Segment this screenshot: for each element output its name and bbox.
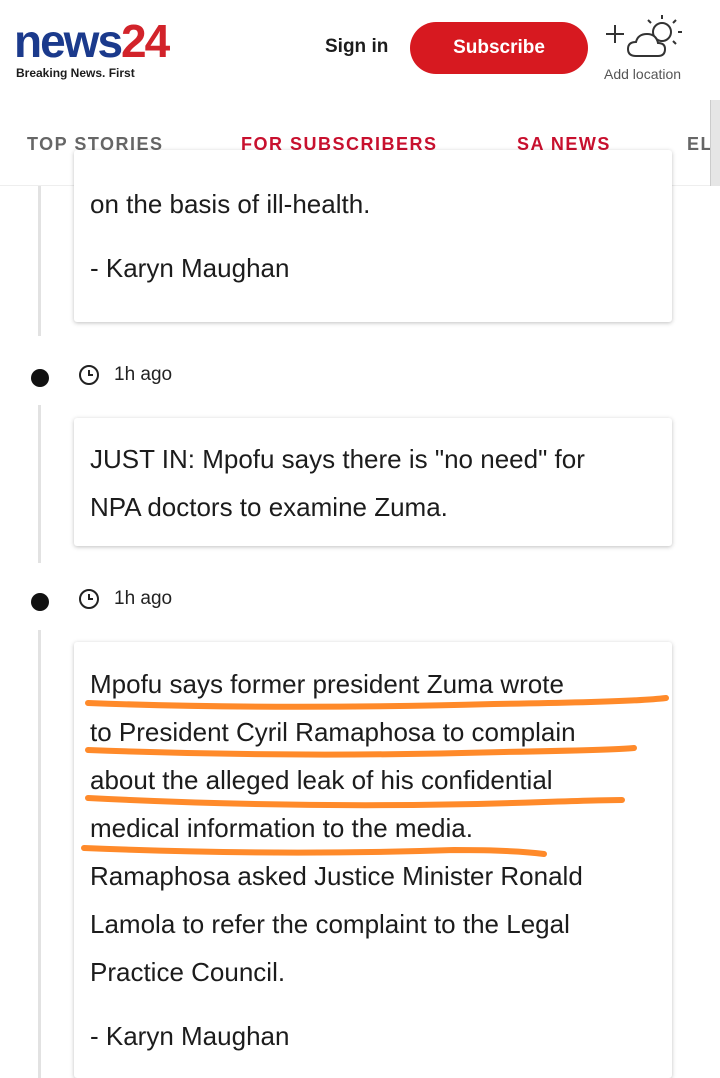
update-body-line: Ramaphosa asked Justice Minister Ronald bbox=[90, 861, 583, 891]
subscribe-button[interactable]: Subscribe bbox=[410, 22, 588, 74]
clock-icon bbox=[79, 365, 99, 385]
update-body-line: Practice Council. bbox=[90, 957, 286, 987]
update-time: 1h ago bbox=[114, 364, 173, 385]
site-header: news24 Breaking News. First Sign in Subs… bbox=[0, 0, 720, 100]
update-meta: 1h ago bbox=[78, 588, 172, 610]
clock-icon bbox=[79, 589, 99, 609]
timeline-line bbox=[38, 630, 41, 1078]
update-body-line: Mpofu says former president Zuma wrote bbox=[90, 669, 564, 699]
update-body-line: JUST IN: Mpofu says there is "no need" f… bbox=[90, 444, 585, 474]
logo-wordmark: news24 bbox=[14, 15, 170, 67]
update-body-line: NPA doctors to examine Zuma. bbox=[90, 492, 448, 522]
timeline-dot bbox=[31, 369, 49, 387]
add-location-label: Add location bbox=[604, 66, 682, 82]
update-body-line: Lamola to refer the complaint to the Leg… bbox=[90, 909, 570, 939]
update-body-line: to President Cyril Ramaphosa to complain bbox=[90, 717, 576, 747]
timeline-line bbox=[38, 186, 41, 336]
live-update-card: JUST IN: Mpofu says there is "no need" f… bbox=[74, 418, 672, 546]
update-body-line: medical information to the media. bbox=[90, 813, 473, 843]
timeline-line bbox=[38, 405, 41, 563]
logo-tagline: Breaking News. First bbox=[16, 66, 135, 80]
sun-cloud-add-icon bbox=[606, 15, 682, 57]
timeline-dot bbox=[31, 593, 49, 611]
live-update-card: on the basis of ill-health. - Karyn Maug… bbox=[74, 150, 672, 322]
sign-in-link[interactable]: Sign in bbox=[325, 36, 388, 58]
update-body-line: about the alleged leak of his confidenti… bbox=[90, 765, 553, 795]
update-author: - Karyn Maughan bbox=[90, 1021, 290, 1051]
news24-logo[interactable]: news24 Breaking News. First bbox=[14, 15, 170, 80]
highlighted-text: Mpofu says former president Zuma wrote t… bbox=[81, 660, 669, 857]
update-author: - Karyn Maughan bbox=[90, 253, 290, 283]
update-meta: 1h ago bbox=[78, 364, 172, 386]
live-update-card: Mpofu says former president Zuma wrote t… bbox=[74, 642, 672, 1078]
update-time: 1h ago bbox=[114, 588, 173, 609]
update-body-line: on the basis of ill-health. bbox=[90, 189, 371, 219]
add-location-button[interactable]: Add location bbox=[600, 8, 700, 88]
tabs-scroll-edge[interactable] bbox=[710, 100, 720, 186]
